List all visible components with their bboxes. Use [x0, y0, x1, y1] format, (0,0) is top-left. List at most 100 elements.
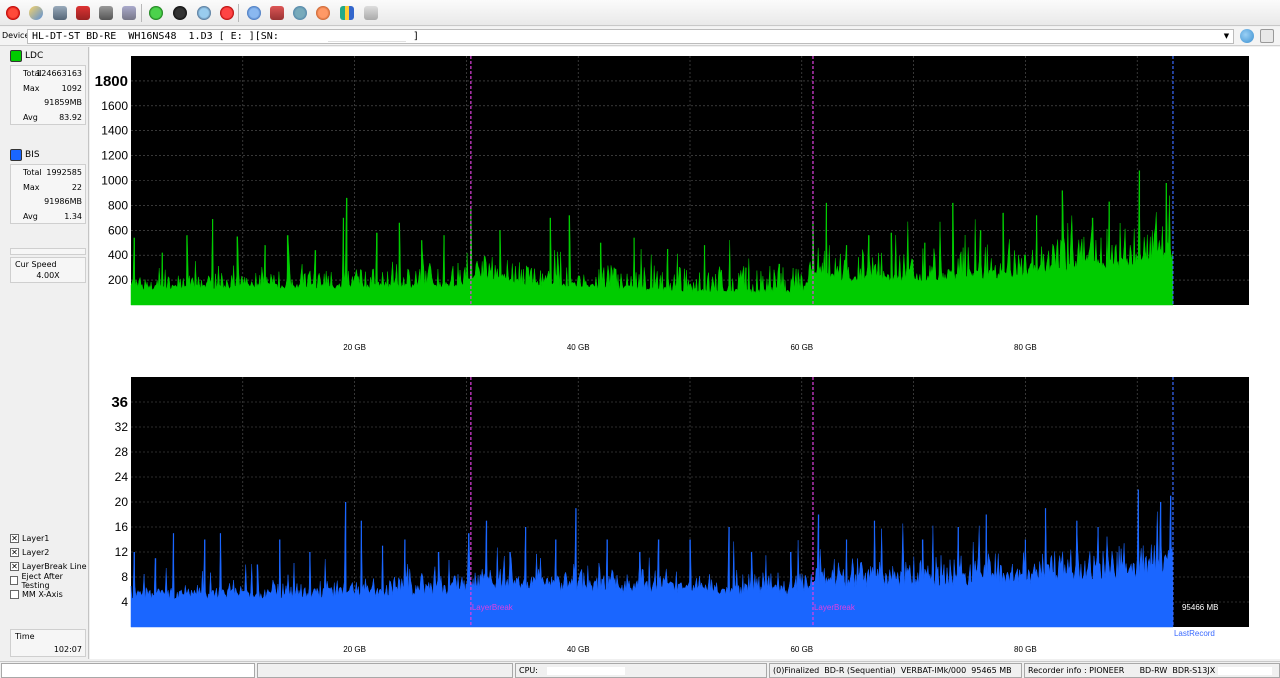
- ldc-stat-row: 91859MB: [11, 95, 85, 110]
- speed-value: 4.00X: [36, 271, 60, 280]
- ldc-y-tick-label: 1000: [101, 174, 128, 188]
- recorder-serial-redacted: [1217, 666, 1272, 675]
- time-value: 102:07: [53, 645, 82, 654]
- device-bar: Device: HL-DT-ST BD-RE WH16NS48 1.D3 [ E…: [0, 27, 1280, 46]
- bis-stat-row: Avg 1.34: [11, 209, 85, 224]
- ldc-stat-value: 124663163: [36, 69, 82, 78]
- status-recorder: Recorder info : PIONEER BD-RW BDR-S13JX: [1024, 663, 1280, 678]
- report-icon[interactable]: [337, 3, 356, 22]
- bis-swatch-icon: [10, 149, 22, 161]
- bis-y-tick-label: 24: [115, 470, 129, 484]
- ldc-stat-value: 83.92: [59, 112, 82, 122]
- ldc-stats: Total 124663163 Max 1092 91859MB Avg 83.92: [10, 65, 86, 125]
- erase-icon[interactable]: [73, 3, 92, 22]
- status-cpu: CPU:: [515, 663, 767, 678]
- bis-stat-value: 1.34: [64, 211, 82, 221]
- print-icon[interactable]: [361, 3, 380, 22]
- refresh-icon[interactable]: [146, 3, 165, 22]
- ldc-stat-row: Max 1092: [11, 81, 85, 96]
- ldc-y-tick-label: 1600: [101, 99, 128, 113]
- drive-icon[interactable]: [50, 3, 69, 22]
- bis-layer-break-label: LayerBreak: [472, 603, 514, 612]
- bis-layer-break-label: LayerBreak: [814, 603, 856, 612]
- bis-x-tick-label: 20 GB: [343, 645, 366, 654]
- option-eject-after-testing[interactable]: Eject After Testing: [10, 571, 88, 590]
- bis-x-tick-label: 60 GB: [790, 645, 813, 654]
- disc-icon[interactable]: [96, 3, 115, 22]
- disc-info-icon[interactable]: [244, 3, 263, 22]
- checkbox[interactable]: ✕: [10, 548, 19, 557]
- toolbar-separator: [238, 4, 239, 22]
- bis-y-tick-label: 4: [121, 595, 128, 609]
- bis-stat-value: 1992585: [46, 168, 82, 177]
- serial-number-redacted: [328, 33, 406, 42]
- ldc-stat-row: Total 124663163: [11, 66, 85, 81]
- ldc-y-tick-label: 1800: [95, 73, 128, 90]
- legend-ldc: LDC: [10, 49, 43, 63]
- device-select[interactable]: HL-DT-ST BD-RE WH16NS48 1.D3 [ E: ][SN: …: [27, 29, 1234, 44]
- ldc-swatch-icon: [10, 50, 22, 62]
- bis-stat-key: Avg: [23, 211, 38, 221]
- disc-copy-icon[interactable]: [119, 3, 138, 22]
- toolbar: [0, 0, 1280, 26]
- cpu-meter-redacted: [546, 666, 625, 675]
- option-label: Layer1: [22, 534, 50, 543]
- bis-last-record-label: LastRecord: [1174, 629, 1215, 638]
- checkbox[interactable]: ✕: [10, 562, 19, 571]
- verify-icon[interactable]: [194, 3, 213, 22]
- device-select-value: HL-DT-ST BD-RE WH16NS48 1.D3 [ E: ][SN:: [32, 31, 279, 42]
- media-icon[interactable]: [267, 3, 286, 22]
- cpu-label: CPU:: [519, 666, 538, 675]
- ldc-x-tick-label: 20 GB: [343, 343, 366, 352]
- option-label: MM X-Axis: [22, 590, 63, 599]
- bis-y-tick-label: 32: [115, 420, 129, 434]
- ldc-y-tick-label: 800: [108, 198, 128, 212]
- bis-y-tick-label: 20: [115, 495, 129, 509]
- option-layer1[interactable]: ✕ Layer1: [10, 532, 49, 545]
- power-icon[interactable]: [3, 3, 22, 22]
- toolbar-separator: [141, 4, 142, 22]
- network-icon[interactable]: [290, 3, 309, 22]
- checkbox[interactable]: ✕: [10, 534, 19, 543]
- speed-box: Cur Speed 4.00X: [10, 257, 86, 283]
- ldc-y-tick-label: 1400: [101, 124, 128, 138]
- eject-icon[interactable]: [1240, 29, 1254, 43]
- save-icon[interactable]: [1260, 29, 1274, 43]
- bis-y-tick-label: 28: [115, 445, 129, 459]
- start-icon[interactable]: [170, 3, 189, 22]
- burn-icon[interactable]: [313, 3, 332, 22]
- progress-box: [10, 248, 86, 255]
- status-disc: (0)Finalized BD-R (Sequential) VERBAT-IM…: [769, 663, 1022, 678]
- ldc-x-tick-label: 40 GB: [567, 343, 590, 352]
- ldc-y-tick-label: 400: [108, 248, 128, 262]
- ldc-x-tick-label: 60 GB: [790, 343, 813, 352]
- bis-y-tick-label: 16: [115, 520, 129, 534]
- ldc-y-tick-label: 600: [108, 223, 128, 237]
- stop-icon[interactable]: [217, 3, 236, 22]
- bis-stat-key: Total: [23, 168, 42, 177]
- option-layer2[interactable]: ✕ Layer2: [10, 546, 49, 559]
- bis-stat-row: Total 1992585: [11, 165, 85, 180]
- time-label: Time: [15, 632, 35, 641]
- bis-stat-row: 91986MB: [11, 194, 85, 209]
- settings-icon[interactable]: [26, 3, 45, 22]
- status-bar: CPU: (0)Finalized BD-R (Sequential) VERB…: [0, 661, 1280, 678]
- checkbox[interactable]: [10, 590, 19, 599]
- chevron-down-icon[interactable]: ▼: [1221, 31, 1232, 42]
- charts-svg: 200 400 600 800 1000 1200 1400 1600 1800 20 GB 40 …: [95, 56, 1249, 654]
- bis-y-tick-label: 36: [111, 394, 128, 411]
- ldc-stat-value: 1092: [61, 83, 82, 93]
- ldc-stat-row: Avg 83.92: [11, 110, 85, 125]
- bis-stat-value: 22: [71, 182, 82, 192]
- bis-x-tick-label: 40 GB: [567, 645, 590, 654]
- option-label: Eject After Testing: [21, 571, 63, 590]
- chart-area: 200 400 600 800 1000 1200 1400 1600 1800 20 GB 40 …: [90, 47, 1280, 659]
- legend-ldc-label: LDC: [25, 51, 44, 61]
- legend-bis-label: BIS: [25, 150, 40, 160]
- bis-stats: Total 1992585 Max 22 91986MB Avg 1.34: [10, 164, 86, 224]
- ldc-x-tick-label: 80 GB: [1014, 343, 1037, 352]
- bis-stat-value: 91986MB: [44, 197, 82, 206]
- checkbox[interactable]: [10, 576, 19, 585]
- option-mm-x-axis[interactable]: MM X-Axis: [10, 588, 63, 601]
- bis-stat-key: Max: [23, 182, 40, 192]
